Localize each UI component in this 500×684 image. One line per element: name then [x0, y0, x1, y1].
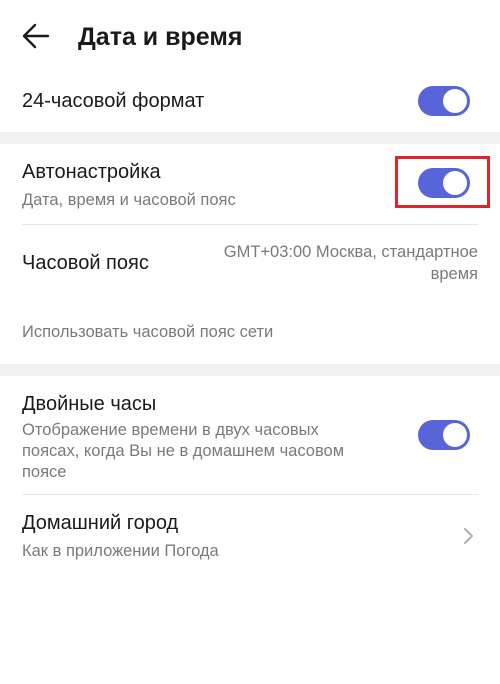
page-title: Дата и время	[78, 23, 243, 51]
setting-24h-format[interactable]: 24-часовой формат	[0, 72, 500, 132]
timezone-value: GMT+03:00 Москва, стандартное время	[188, 241, 478, 285]
setting-home-city[interactable]: Домашний город Как в приложении Погода	[0, 495, 500, 575]
setting-auto-label: Автонастройка	[22, 161, 161, 183]
setting-auto-sublabel: Дата, время и часовой пояс	[22, 191, 236, 209]
setting-dual-clock[interactable]: Двойные часы Отображение времени в двух …	[0, 376, 500, 494]
toggle-knob	[443, 89, 467, 113]
setting-timezone-label: Часовой пояс	[22, 252, 149, 274]
timezone-value-line1: GMT+03:00 Москва, стандартное	[223, 243, 478, 261]
dual-clock-sub-line2: поясах, когда Вы не в домашнем часовом	[22, 442, 345, 460]
dual-clock-sub-line3: поясе	[22, 463, 67, 481]
timezone-note: Использовать часовой пояс сети	[22, 323, 274, 341]
toggle-24h-format[interactable]	[418, 86, 470, 116]
app-header: Дата и время	[0, 0, 500, 72]
setting-dual-clock-sublabel: Отображение времени в двух часовых пояса…	[22, 420, 402, 483]
dual-clock-sub-line1: Отображение времени в двух часовых	[22, 421, 319, 439]
setting-dual-clock-label: Двойные часы	[22, 393, 157, 415]
setting-home-city-label: Домашний город	[22, 512, 179, 534]
setting-home-city-sublabel: Как в приложении Погода	[22, 542, 219, 560]
toggle-knob	[443, 423, 467, 447]
chevron-right-icon	[464, 528, 473, 544]
highlight-box	[395, 156, 490, 208]
toggle-dual-clock[interactable]	[418, 420, 470, 450]
setting-24h-format-label: 24-часовой формат	[22, 90, 205, 112]
timezone-value-line2: время	[430, 265, 478, 283]
arrow-left-icon	[22, 23, 50, 49]
section-gap	[0, 132, 500, 144]
section-gap	[0, 364, 500, 376]
back-button[interactable]	[14, 16, 58, 56]
